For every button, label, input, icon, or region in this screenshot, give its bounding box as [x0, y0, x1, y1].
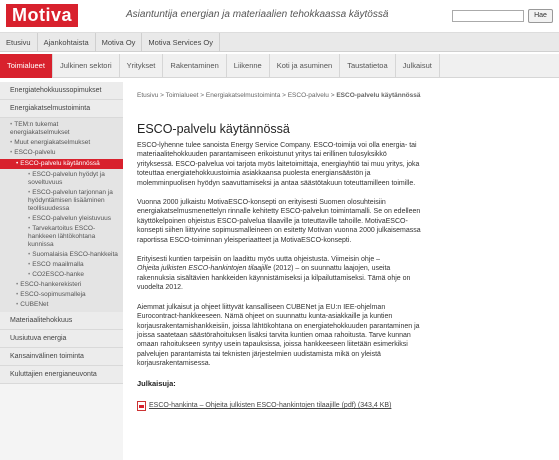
search-button[interactable]: Hae	[528, 9, 553, 23]
tab-rakentaminen[interactable]: Rakentaminen	[163, 54, 227, 78]
sidebar-item-label: ESCO-palvelun yleistuvuus	[32, 215, 112, 222]
sidebar-item-uusiutuva-energia[interactable]: Uusiutuva energia	[0, 330, 123, 348]
bullet-icon: •	[28, 189, 31, 196]
paragraph-motivaesco: Vuonna 2000 julkaistu MotivaESCO-konsept…	[137, 199, 421, 244]
sidebar-item-label: ESCO-sopimusmalleja	[20, 291, 86, 298]
sidebar-item-co2esco[interactable]: • CO2ESCO-hanke	[0, 270, 123, 280]
bullet-icon: •	[16, 301, 19, 308]
paragraph-guidance: Erityisesti kuntien tarpeisiin on laadit…	[137, 255, 425, 293]
sidebar-item-label: Kansainvälinen toiminta	[10, 353, 84, 360]
sidebar-item-label: TEM:n tukemat energiakatselmukset	[10, 121, 70, 136]
tab-taustatietoa[interactable]: Taustatietoa	[340, 54, 396, 78]
bullet-icon: •	[16, 281, 19, 288]
bullet-icon: •	[28, 251, 31, 258]
motiva-logo[interactable]: Motiva	[6, 4, 79, 27]
sidebar-item-hankerekisteri[interactable]: • ESCO-hankerekisteri	[0, 280, 123, 290]
sidebar-item-label: Energiakatselmustoiminta	[10, 105, 91, 112]
sidebar-item-label: Kuluttajien energianeuvonta	[10, 371, 97, 378]
bullet-icon: •	[28, 271, 31, 278]
sidebar-item-suomalaisia[interactable]: • Suomalaisia ESCO-hankkeita	[0, 250, 123, 260]
top-navigation: Etusivu Ajankohtaista Motiva Oy Motiva S…	[0, 32, 559, 52]
tab-liikenne[interactable]: Liikenne	[227, 54, 270, 78]
sidebar-item-kuluttajien-neuvonta[interactable]: Kuluttajien energianeuvonta	[0, 366, 123, 384]
publication-link[interactable]: ESCO-hankinta – Ohjeita julkisten ESCO-h…	[137, 400, 552, 411]
sidebar-item-tarjonta[interactable]: • ESCO-palvelun tarjonnan ja hyödyntämise…	[0, 188, 123, 214]
guide-title: Ohjeita julkisten ESCO-hankintojen tilaa…	[137, 265, 272, 273]
bullet-icon: •	[16, 160, 19, 167]
tab-julkaisut[interactable]: Julkaisut	[396, 54, 440, 78]
bullet-icon: •	[28, 261, 31, 268]
sidebar-item-esco-kaytannossa[interactable]: • ESCO-palvelu käytännössä	[0, 159, 123, 169]
sidebar-item-label: CO2ESCO-hanke	[32, 271, 84, 278]
publications-heading: Julkaisuja:	[137, 378, 176, 388]
sidebar-item-muut[interactable]: • Muut energiakatselmukset	[0, 138, 123, 148]
sidebar-item-tarvekartoitus[interactable]: • Tarvekartoitus ESCO-hankkeen lähtökohta…	[0, 224, 123, 250]
paragraph-earlier: Aiemmat julkaisut ja ohjeet liittyvät ka…	[137, 303, 420, 368]
tab-julkinen-sektori[interactable]: Julkinen sektori	[53, 54, 120, 78]
sidebar-item-label: Uusiutuva energia	[10, 335, 67, 342]
sidebar-item-energiatehokkuussopimukset[interactable]: Energiatehokkuussopimukset	[0, 82, 123, 100]
sidebar-item-label: ESCO-hankerekisteri	[20, 281, 82, 288]
sidebar-submenu: • TEM:n tukemat energiakatselmukset • Muut…	[0, 118, 123, 312]
topnav-motiva-oy[interactable]: Motiva Oy	[96, 33, 143, 52]
pdf-icon	[137, 400, 146, 411]
sidebar-item-label: ESCO-palvelun tarjonnan ja hyödyntämisen…	[28, 189, 113, 212]
sidebar-item-hyodyt[interactable]: • ESCO-palvelun hyödyt ja soveltuvuus	[0, 170, 123, 188]
bullet-icon: •	[10, 149, 13, 156]
bullet-icon: •	[28, 215, 31, 222]
sidebar-item-label: ESCO-palvelun hyödyt ja soveltuvuus	[28, 171, 105, 186]
paragraph-text: Erityisesti kuntien tarpeisiin on laadit…	[137, 256, 381, 264]
bullet-icon: •	[28, 225, 31, 232]
breadcrumb[interactable]: Etusivu > Toimialueet > Energiakatselmus…	[137, 92, 552, 100]
bullet-icon: •	[10, 139, 13, 146]
sidebar: Energiatehokkuussopimukset Energiakatsel…	[0, 82, 123, 460]
sidebar-item-esco-palvelu[interactable]: • ESCO-palvelu	[0, 148, 123, 158]
sidebar-item-label: ESCO maailmalla	[32, 261, 84, 268]
topnav-motiva-services[interactable]: Motiva Services Oy	[142, 33, 221, 52]
tab-yritykset[interactable]: Yritykset	[120, 54, 164, 78]
sidebar-item-sopimusmalleja[interactable]: • ESCO-sopimusmalleja	[0, 290, 123, 300]
sidebar-item-label: ESCO-palvelu	[14, 149, 56, 156]
bullet-icon: •	[10, 121, 13, 128]
sidebar-item-label: ESCO-palvelu käytännössä	[20, 160, 100, 167]
bullet-icon: •	[16, 291, 19, 298]
sidebar-item-label: CUBENet	[20, 301, 49, 308]
site-header: Motiva Asiantuntija energian ja materiaa…	[0, 0, 559, 32]
topnav-ajankohtaista[interactable]: Ajankohtaista	[38, 33, 96, 52]
sidebar-item-energiakatselmustoiminta[interactable]: Energiakatselmustoiminta	[0, 100, 123, 118]
section-navigation: Toimialueet Julkinen sektori Yritykset R…	[0, 54, 559, 78]
breadcrumb-path[interactable]: Etusivu > Toimialueet > Energiakatselmus…	[137, 92, 336, 99]
sidebar-item-cubenet[interactable]: • CUBENet	[0, 300, 123, 310]
site-tagline: Asiantuntija energian ja materiaalien te…	[126, 9, 389, 20]
paragraph-intro: ESCO-lyhenne tulee sanoista Energy Servi…	[137, 142, 420, 187]
page-title: ESCO-palvelu käytännössä	[137, 122, 290, 136]
tab-koti-ja-asuminen[interactable]: Koti ja asuminen	[270, 54, 341, 78]
sidebar-item-label: Tarvekartoitus ESCO-hankkeen lähtökohtan…	[28, 225, 96, 248]
tab-toimialueet[interactable]: Toimialueet	[0, 54, 53, 78]
sidebar-item-label: Suomalaisia ESCO-hankkeita	[32, 251, 118, 258]
publication-link-text[interactable]: ESCO-hankinta – Ohjeita julkisten ESCO-h…	[149, 402, 391, 409]
topnav-etusivu[interactable]: Etusivu	[0, 33, 38, 52]
sidebar-item-yleistuvuus[interactable]: • ESCO-palvelun yleistuvuus	[0, 214, 123, 224]
bullet-icon: •	[28, 171, 31, 178]
sidebar-item-kansainvalinen[interactable]: Kansainvälinen toiminta	[0, 348, 123, 366]
sidebar-item-tem[interactable]: • TEM:n tukemat energiakatselmukset	[0, 120, 123, 138]
sidebar-item-label: Materiaalitehokkuus	[10, 317, 73, 324]
breadcrumb-current: ESCO-palvelu käytännössä	[336, 92, 421, 99]
sidebar-item-esco-maailmalla[interactable]: • ESCO maailmalla	[0, 260, 123, 270]
main-content: Etusivu > Toimialueet > Energiakatselmus…	[137, 92, 552, 411]
search-input[interactable]	[452, 10, 524, 22]
sidebar-item-label: Muut energiakatselmukset	[14, 139, 91, 146]
sidebar-item-label: Energiatehokkuussopimukset	[10, 87, 102, 94]
sidebar-item-materiaalitehokkuus[interactable]: Materiaalitehokkuus	[0, 312, 123, 330]
